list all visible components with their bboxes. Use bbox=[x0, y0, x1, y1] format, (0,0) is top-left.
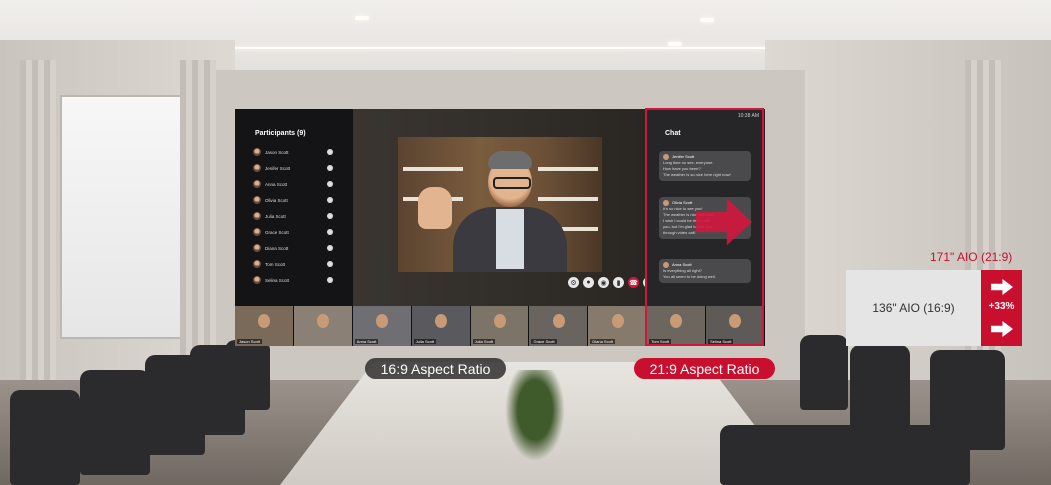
ceiling-light bbox=[210, 47, 810, 49]
mic-icon bbox=[327, 245, 333, 251]
avatar bbox=[253, 228, 261, 236]
participant-thumbnail[interactable]: Diana Scott bbox=[588, 306, 648, 346]
participants-title: Participants (9) bbox=[255, 130, 306, 137]
camera-icon[interactable]: ◉ bbox=[598, 277, 609, 288]
speaker-glasses bbox=[493, 177, 531, 189]
mic-icon bbox=[327, 197, 333, 203]
thumbnail-label: Grace Scott bbox=[531, 339, 557, 344]
aspect-ratio-169-label: 16:9 Aspect Ratio bbox=[365, 358, 506, 379]
thumbnail-label: Diana Scott bbox=[590, 339, 616, 344]
participant-row[interactable]: Anna Scott bbox=[253, 178, 333, 190]
thumbnail-face bbox=[317, 314, 330, 328]
participant-name: Tom Scott bbox=[265, 261, 286, 267]
ceiling-light bbox=[700, 18, 714, 22]
aspect-ratio-219-label: 21:9 Aspect Ratio bbox=[634, 358, 775, 379]
participant-row[interactable]: Jenifer Scott bbox=[253, 162, 333, 174]
comparison-increase-panel: +33% bbox=[981, 270, 1022, 346]
mic-icon[interactable]: ▮ bbox=[613, 277, 624, 288]
avatar bbox=[253, 212, 261, 220]
thumbnail-face bbox=[611, 314, 624, 328]
avatar bbox=[253, 196, 261, 204]
bookshelf bbox=[538, 167, 598, 171]
person-icon[interactable]: ● bbox=[583, 277, 594, 288]
chair bbox=[80, 370, 150, 475]
participant-name: Anna Scott bbox=[265, 181, 288, 187]
mic-icon bbox=[327, 213, 333, 219]
wall-pillar bbox=[180, 60, 216, 390]
participant-thumbnail[interactable]: Julia Scott bbox=[470, 306, 530, 346]
participant-name: Olivia Scott bbox=[265, 197, 288, 203]
participant-row[interactable]: Julia Scott bbox=[253, 210, 333, 222]
arrow-right-icon bbox=[991, 321, 1013, 337]
avatar bbox=[253, 148, 261, 156]
hangup-icon[interactable]: ☎ bbox=[628, 277, 639, 288]
chair bbox=[10, 390, 80, 485]
participant-thumbnail[interactable] bbox=[293, 306, 353, 346]
comparison-title: 171" AIO (21:9) bbox=[930, 250, 1013, 264]
participant-name: Diana Scott bbox=[265, 245, 289, 251]
waving-hand bbox=[418, 187, 452, 229]
chair bbox=[800, 335, 848, 410]
avatar bbox=[253, 180, 261, 188]
comparison-box-169: 136" AIO (16:9) bbox=[846, 270, 981, 346]
participant-row[interactable]: Diana Scott bbox=[253, 242, 333, 254]
mic-icon bbox=[327, 149, 333, 155]
participant-row[interactable]: Grace Scott bbox=[253, 226, 333, 238]
ceiling-light bbox=[355, 16, 369, 20]
avatar bbox=[253, 164, 261, 172]
participant-name: Selina Scott bbox=[265, 277, 290, 283]
main-video-feed[interactable] bbox=[398, 137, 602, 272]
thumbnail-face bbox=[552, 314, 565, 328]
conference-room-scene: Participants (9) Jason Scott Jenifer Sco… bbox=[0, 0, 1051, 485]
mic-icon bbox=[327, 165, 333, 171]
thumbnail-label: Julia Scott bbox=[413, 339, 437, 344]
participant-name: Jenifer Scott bbox=[265, 165, 291, 171]
wall-pillar bbox=[20, 60, 56, 390]
participant-thumbnail[interactable]: Jason Scott bbox=[235, 306, 294, 346]
participant-row[interactable]: Jason Scott bbox=[253, 146, 333, 158]
thumbnail-face bbox=[258, 314, 271, 328]
mic-icon bbox=[327, 229, 333, 235]
participant-row[interactable]: Tom Scott bbox=[253, 258, 333, 270]
ceiling-light bbox=[668, 42, 682, 46]
thumbnail-face bbox=[434, 314, 447, 328]
comparison-box-label: 136" AIO (16:9) bbox=[872, 301, 955, 315]
plant bbox=[500, 370, 570, 470]
chair bbox=[720, 425, 970, 485]
thumbnail-label: Jason Scott bbox=[237, 339, 262, 344]
participant-name: Julia Scott bbox=[265, 213, 286, 219]
call-controls: ⚙ ● ◉ ▮ ☎ − bbox=[568, 277, 654, 288]
arrow-right-icon bbox=[991, 279, 1013, 295]
participant-thumbnail[interactable]: Julia Scott bbox=[411, 306, 471, 346]
participant-row[interactable]: Selina Scott bbox=[253, 274, 333, 286]
mic-icon bbox=[327, 261, 333, 267]
chair bbox=[850, 345, 910, 430]
participant-thumbnail[interactable]: Grace Scott bbox=[529, 306, 589, 346]
thumbnail-label: Julia Scott bbox=[472, 339, 496, 344]
participant-row[interactable]: Olivia Scott bbox=[253, 194, 333, 206]
mic-icon bbox=[327, 181, 333, 187]
thumbnail-face bbox=[375, 314, 388, 328]
avatar bbox=[253, 244, 261, 252]
participant-thumbnail[interactable]: Anna Scott bbox=[352, 306, 412, 346]
main-video-area: ⚙ ● ◉ ▮ ☎ − bbox=[353, 109, 654, 306]
speaker-hair bbox=[488, 151, 532, 169]
participants-panel: Participants (9) Jason Scott Jenifer Sco… bbox=[235, 109, 353, 306]
mic-icon bbox=[327, 277, 333, 283]
participant-name: Grace Scott bbox=[265, 229, 289, 235]
bookshelf bbox=[538, 197, 598, 201]
thumbnail-label: Anna Scott bbox=[354, 339, 379, 344]
thumbnail-face bbox=[493, 314, 506, 328]
avatar bbox=[253, 276, 261, 284]
speaker-shirt bbox=[496, 209, 524, 269]
chair bbox=[225, 340, 270, 410]
bookshelf bbox=[403, 167, 463, 171]
increase-percent: +33% bbox=[988, 301, 1015, 312]
gear-icon[interactable]: ⚙ bbox=[568, 277, 579, 288]
participant-name: Jason Scott bbox=[265, 149, 289, 155]
window-blind bbox=[60, 95, 184, 339]
avatar bbox=[253, 260, 261, 268]
